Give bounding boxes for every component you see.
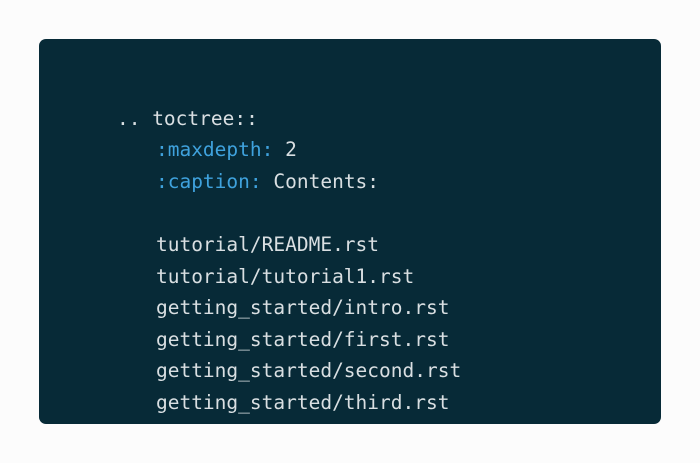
entry-path: getting_started/first.rst [155,327,450,351]
entry-path: tutorial/README.rst [155,232,380,256]
entry-path: getting_started/second.rst [155,359,462,383]
toctree-entry: tutorial/README.rst [70,197,461,256]
toctree-directive-line: .. toctree:: [70,71,461,130]
maxdepth-value: 2 [273,138,297,162]
entry-path: tutorial/tutorial1.rst [155,264,415,288]
code-listing: .. toctree:: :maxdepth: 2 :caption: Cont… [70,71,462,414]
toctree-directive: .. toctree:: [116,106,258,130]
entry-path: getting_started/third.rst [155,390,450,414]
entry-path: getting_started/intro.rst [155,296,450,320]
caption-key: :caption: [155,169,262,193]
maxdepth-key: :maxdepth: [155,138,274,162]
caption-value: Contents: [261,169,380,193]
